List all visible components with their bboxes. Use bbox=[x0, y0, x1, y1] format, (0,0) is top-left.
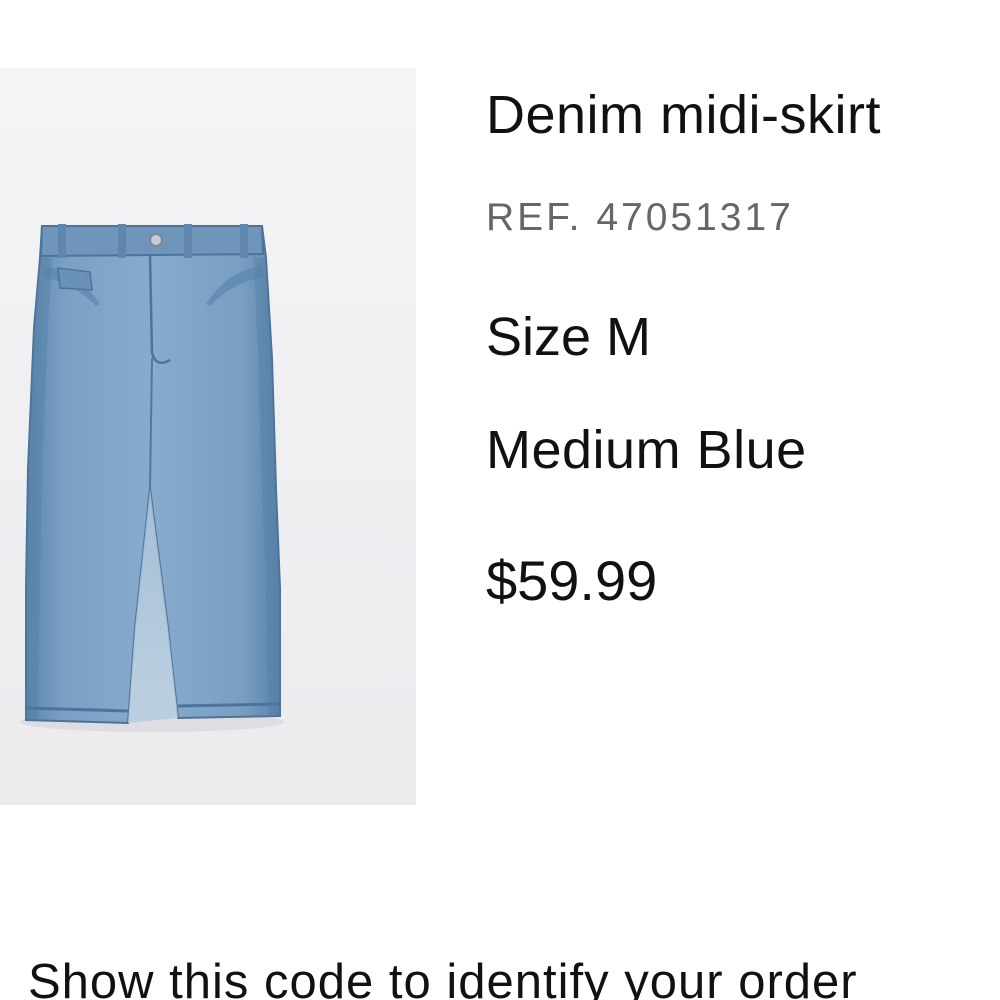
order-item-page: Denim midi-skirt REF. 47051317 Size M Me… bbox=[0, 0, 1000, 1000]
product-price: $59.99 bbox=[486, 549, 658, 612]
product-color: Medium Blue bbox=[486, 420, 807, 480]
product-title: Denim midi-skirt bbox=[486, 85, 882, 145]
denim-skirt-illustration bbox=[20, 224, 284, 732]
product-size: Size M bbox=[486, 307, 652, 367]
product-image[interactable] bbox=[0, 68, 416, 805]
product-reference: REF. 47051317 bbox=[486, 196, 794, 239]
order-code-instruction: Show this code to identify your order bbox=[28, 955, 858, 1000]
